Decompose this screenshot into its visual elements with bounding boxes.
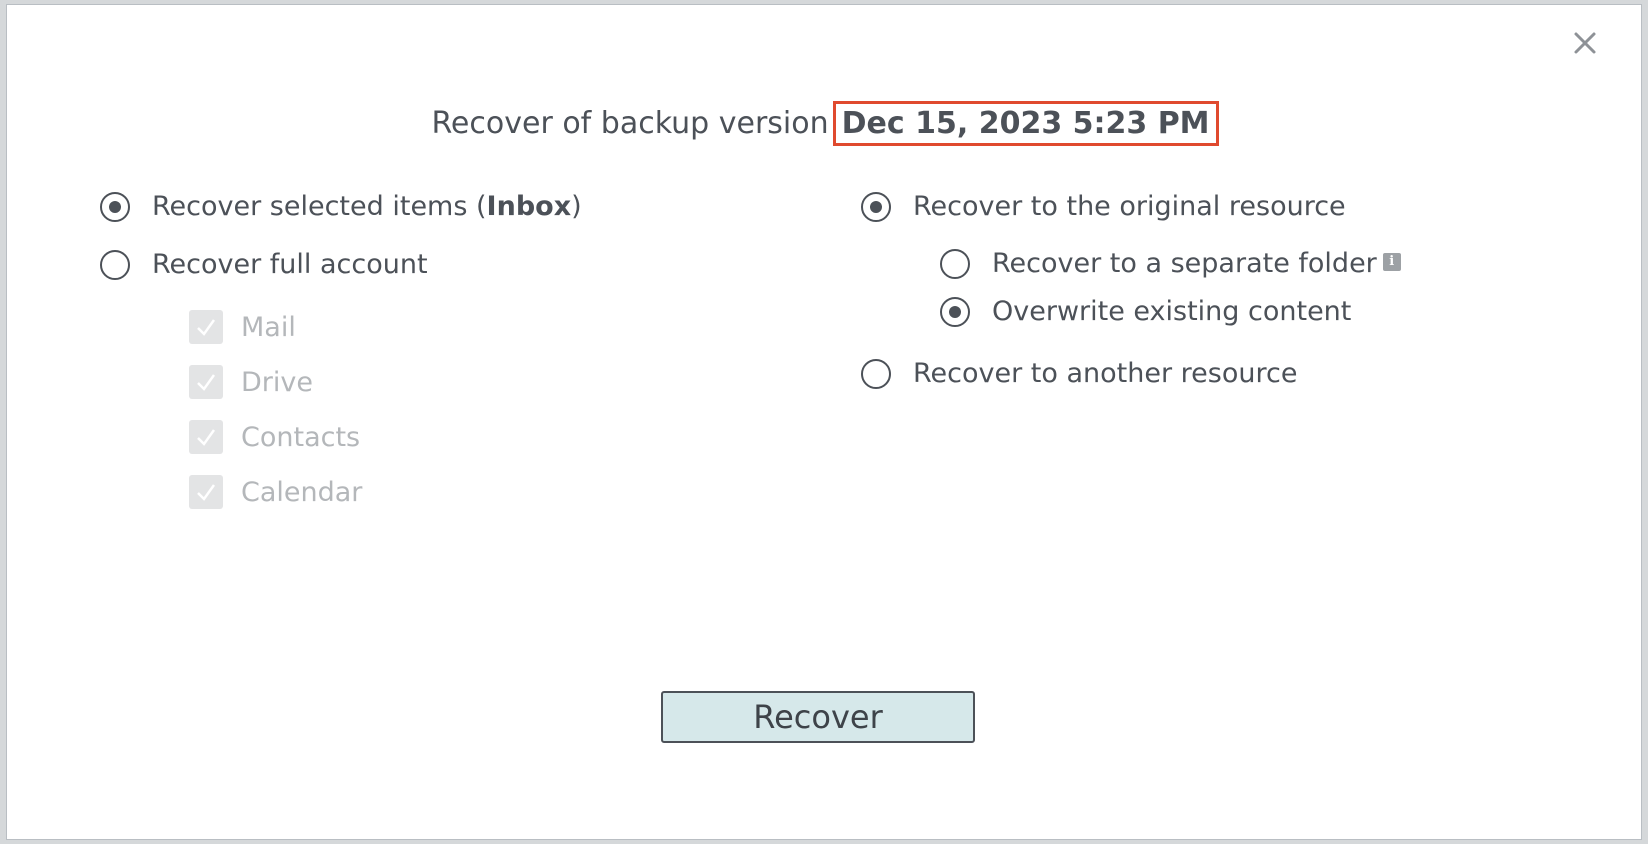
option-recover-another-resource[interactable]: Recover to another resource [861,358,1297,389]
option-recover-original-resource[interactable]: Recover to the original resource [861,191,1346,222]
checkbox-mail-label: Mail [241,311,296,343]
option-recover-selected-items-label: Recover selected items (Inbox) [152,191,582,222]
checkbox-contacts-label: Contacts [241,421,361,453]
checkbox-calendar[interactable]: Calendar [189,475,362,509]
option-recover-separate-folder[interactable]: Recover to a separate folder i [940,248,1401,279]
radio-recover-selected-items[interactable] [100,191,130,222]
checkbox-calendar-label: Calendar [241,476,363,508]
dialog-title: Recover of backup version Dec 15, 2023 5:… [7,101,1643,146]
checkbox-drive-box[interactable] [189,365,223,399]
close-icon [1574,32,1596,54]
close-button[interactable] [1567,25,1603,61]
radio-recover-another-resource[interactable] [861,358,891,389]
recover-button[interactable]: Recover [661,691,975,743]
option-recover-separate-folder-label: Recover to a separate folder [992,248,1377,279]
option-overwrite-existing-content[interactable]: Overwrite existing content [940,296,1351,327]
checkbox-contacts[interactable]: Contacts [189,420,360,454]
option-recover-original-resource-label: Recover to the original resource [913,191,1346,222]
recover-dialog: Recover of backup version Dec 15, 2023 5:… [6,4,1642,840]
checkbox-mail[interactable]: Mail [189,310,296,344]
checkbox-mail-box[interactable] [189,310,223,344]
radio-recover-separate-folder[interactable] [940,248,970,279]
checkmark-icon [197,374,216,391]
checkmark-icon [197,429,216,446]
option-recover-full-account-label: Recover full account [152,249,428,280]
info-icon[interactable]: i [1382,252,1401,271]
dialog-title-prefix: Recover of backup version [431,106,829,141]
option-recover-another-resource-label: Recover to another resource [913,358,1298,389]
radio-recover-full-account[interactable] [100,249,130,280]
checkbox-drive[interactable]: Drive [189,365,313,399]
backup-version-date: Dec 15, 2023 5:23 PM [832,101,1219,146]
checkmark-icon [197,319,216,336]
option-recover-selected-items[interactable]: Recover selected items (Inbox) [100,191,582,222]
radio-recover-original-resource[interactable] [861,191,891,222]
checkbox-calendar-box[interactable] [189,475,223,509]
checkbox-drive-label: Drive [241,366,313,398]
radio-overwrite-existing-content[interactable] [940,296,970,327]
option-overwrite-existing-content-label: Overwrite existing content [992,296,1352,327]
checkmark-icon [197,484,216,501]
checkbox-contacts-box[interactable] [189,420,223,454]
option-recover-full-account[interactable]: Recover full account [100,249,428,280]
